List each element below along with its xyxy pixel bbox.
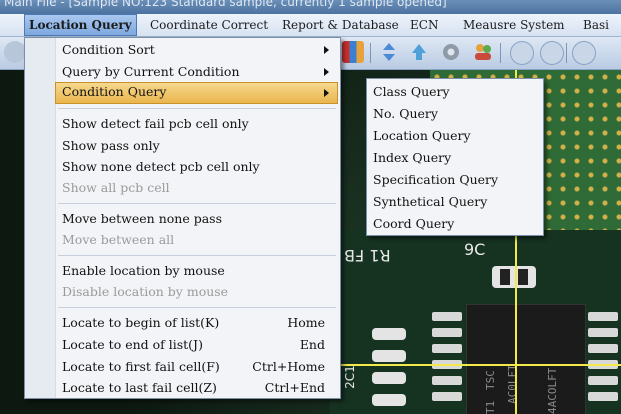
shortcut-label: End: [299, 337, 325, 352]
toolbar-separator: [370, 43, 371, 63]
menu-item-locate-begin[interactable]: Locate to begin of list(K) Home: [56, 313, 337, 333]
menu-item-show-pass[interactable]: Show pass only: [56, 136, 337, 156]
menu-bar: Location Query Coordinate Correct Report…: [0, 14, 621, 37]
submenu-item-class-query[interactable]: Class Query: [373, 81, 539, 103]
chip-pin: [588, 376, 618, 385]
menu-report-database[interactable]: Report & Database: [282, 14, 399, 36]
menu-item-locate-end[interactable]: Locate to end of list(J) End: [56, 335, 337, 355]
menu-item-disable-location-mouse: Disable location by mouse: [62, 284, 229, 299]
toolbar-button[interactable]: [4, 41, 26, 63]
menu-separator: [58, 307, 336, 308]
menu-ecn[interactable]: ECN: [410, 14, 438, 36]
submenu-item-no-query[interactable]: No. Query: [373, 103, 539, 125]
menu-item-move-none-pass[interactable]: Move between none pass: [56, 209, 337, 229]
pcb-pad-hole: [500, 269, 510, 285]
menu-item-condition-sort[interactable]: Condition Sort: [56, 40, 337, 60]
menu-separator: [58, 203, 336, 204]
toolbar-separator: [500, 43, 501, 63]
shortcut-label: Home: [287, 315, 325, 330]
submenu-arrow-icon: [324, 46, 329, 54]
window-title-bar: Main File - [Sample NO:123 Standard samp…: [0, 0, 621, 14]
chip-pin: [432, 344, 462, 353]
menu-icon-gutter: [25, 38, 56, 398]
users-icon[interactable]: [472, 41, 494, 63]
menu-measure-system[interactable]: Meausre System: [463, 14, 565, 36]
menu-item-move-all: Move between all: [62, 232, 175, 247]
pcb-pad: [492, 266, 536, 288]
menu-item-show-none-detect[interactable]: Show none detect pcb cell only: [56, 157, 337, 177]
shortcut-label: Ctrl+Home: [252, 359, 325, 374]
submenu-item-location-query[interactable]: Location Query: [373, 125, 539, 147]
pcb-chip: [466, 304, 586, 414]
menu-item-query-current-condition[interactable]: Query by Current Condition: [56, 62, 337, 82]
submenu-item-coord-query[interactable]: Coord Query: [373, 213, 539, 235]
chip-pin: [588, 328, 618, 337]
menu-item-show-all: Show all pcb cell: [62, 180, 170, 195]
menu-item-show-detect-fail[interactable]: Show detect fail pcb cell only: [56, 114, 337, 134]
chip-marking: 4ACOLFT: [546, 367, 559, 414]
chip-marking: AC0LFT: [506, 364, 519, 404]
gear-icon[interactable]: [440, 41, 462, 63]
submenu-item-index-query[interactable]: Index Query: [373, 147, 539, 169]
pcb-pad: [372, 394, 406, 406]
window-title: Main File - [Sample NO:123 Standard samp…: [4, 0, 447, 9]
crosshair-horizontal: [330, 364, 621, 366]
toolbar-button[interactable]: [572, 41, 596, 65]
up-down-arrows-icon[interactable]: [378, 41, 400, 63]
chart-icon[interactable]: [342, 41, 364, 63]
submenu-item-synthetical-query[interactable]: Synthetical Query: [373, 191, 539, 213]
submenu-item-specification-query[interactable]: Specification Query: [373, 169, 539, 191]
chip-pin: [432, 312, 462, 321]
shortcut-label: Ctrl+End: [264, 380, 325, 395]
location-query-menu: Condition Sort Query by Current Conditio…: [24, 37, 341, 399]
pcb-silkscreen-label: 2C1: [342, 365, 357, 389]
pause-icon[interactable]: [540, 41, 564, 65]
pcb-pad: [372, 372, 406, 384]
loop-icon[interactable]: [510, 41, 534, 65]
menu-location-query[interactable]: Location Query: [24, 14, 137, 36]
menu-item-locate-first-fail[interactable]: Locate to first fail cell(F) Ctrl+Home: [56, 357, 337, 377]
chip-pin: [588, 344, 618, 353]
chip-marking: T1: [484, 400, 497, 414]
menu-basic[interactable]: Basi: [583, 14, 609, 36]
menu-separator: [58, 255, 336, 256]
chip-pin: [588, 392, 618, 401]
menu-item-enable-location-mouse[interactable]: Enable location by mouse: [56, 261, 337, 281]
condition-query-submenu: Class Query No. Query Location Query Ind…: [366, 78, 544, 236]
pcb-pad: [372, 350, 406, 362]
chip-pin: [432, 328, 462, 337]
menu-separator: [58, 108, 336, 109]
chip-pin: [588, 312, 618, 321]
toolbar-separator: [566, 43, 567, 63]
menu-item-condition-query[interactable]: Condition Query: [55, 82, 338, 104]
menu-coordinate-correct[interactable]: Coordinate Correct: [150, 14, 268, 36]
submenu-arrow-icon: [324, 89, 329, 97]
pcb-pad-hole: [518, 269, 528, 285]
pcb-silkscreen-label: R1 FB: [344, 246, 391, 265]
chip-pin: [432, 376, 462, 385]
chip-marking: TSC: [484, 370, 497, 390]
up-arrow-icon[interactable]: [408, 41, 430, 63]
submenu-arrow-icon: [324, 68, 329, 76]
pcb-pad: [372, 328, 406, 340]
chip-pin: [432, 392, 462, 401]
pcb-silkscreen-label: 9C: [464, 240, 486, 259]
menu-item-locate-last-fail[interactable]: Locate to last fail cell(Z) Ctrl+End: [56, 378, 337, 398]
